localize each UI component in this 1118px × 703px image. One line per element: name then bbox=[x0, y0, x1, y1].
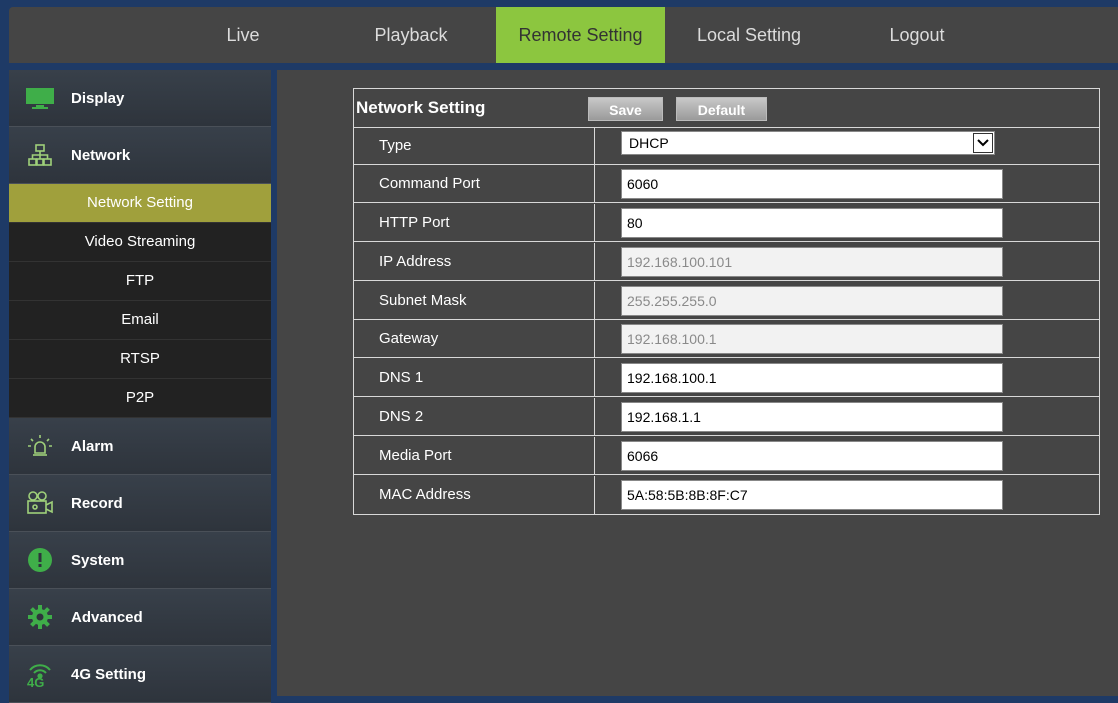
sidebar-sub-p2p[interactable]: P2P bbox=[9, 379, 271, 418]
main-content: Network Setting Save Default Type DHCP C… bbox=[277, 70, 1118, 696]
mac-address-label: MAC Address bbox=[379, 486, 471, 503]
sidebar-sub-video-streaming[interactable]: Video Streaming bbox=[9, 223, 271, 262]
media-port-input[interactable]: 6066 bbox=[621, 441, 1003, 471]
row-gateway: Gateway 192.168.100.1 bbox=[354, 320, 1099, 358]
row-dns2: DNS 2 192.168.1.1 bbox=[354, 398, 1099, 436]
panel-header: Network Setting Save Default bbox=[354, 89, 1099, 128]
sidebar-item-label: System bbox=[71, 551, 125, 569]
network-setting-panel: Network Setting Save Default Type DHCP C… bbox=[353, 88, 1100, 515]
sidebar-sub-network-setting[interactable]: Network Setting bbox=[9, 184, 271, 223]
sidebar-item-advanced[interactable]: Advanced bbox=[9, 589, 271, 646]
mac-address-input[interactable]: 5A:58:5B:8B:8F:C7 bbox=[621, 480, 1003, 510]
tab-local-setting[interactable]: Local Setting bbox=[665, 7, 833, 63]
exclamation-icon bbox=[25, 545, 55, 575]
row-type: Type DHCP bbox=[354, 127, 1099, 165]
sidebar-item-network[interactable]: Network bbox=[9, 127, 271, 184]
row-command-port: Command Port 6060 bbox=[354, 165, 1099, 203]
row-media-port: Media Port 6066 bbox=[354, 437, 1099, 475]
subnet-mask-input: 255.255.255.0 bbox=[621, 286, 1003, 316]
type-select[interactable]: DHCP bbox=[621, 131, 995, 155]
chevron-down-icon[interactable] bbox=[973, 133, 993, 153]
panel-title: Network Setting bbox=[356, 98, 486, 117]
gear-icon bbox=[25, 602, 55, 632]
row-http-port: HTTP Port 80 bbox=[354, 204, 1099, 242]
row-ip-address: IP Address 192.168.100.101 bbox=[354, 243, 1099, 281]
row-dns1: DNS 1 192.168.100.1 bbox=[354, 359, 1099, 397]
row-mac-address: MAC Address 5A:58:5B:8B:8F:C7 bbox=[354, 476, 1099, 514]
type-label: Type bbox=[379, 137, 412, 154]
sidebar-item-record[interactable]: Record bbox=[9, 475, 271, 532]
command-port-label: Command Port bbox=[379, 175, 480, 192]
sidebar-sub-ftp[interactable]: FTP bbox=[9, 262, 271, 301]
tab-logout[interactable]: Logout bbox=[833, 7, 1001, 63]
sidebar-item-label: Alarm bbox=[71, 437, 114, 455]
gateway-input: 192.168.100.1 bbox=[621, 324, 1003, 354]
network-icon bbox=[25, 140, 55, 170]
sidebar-item-label: Network bbox=[71, 146, 131, 164]
sidebar-sub-rtsp[interactable]: RTSP bbox=[9, 340, 271, 379]
tab-playback[interactable]: Playback bbox=[327, 7, 495, 63]
sidebar-item-4g-setting[interactable]: 4G 4G Setting bbox=[9, 646, 271, 703]
save-button[interactable]: Save bbox=[588, 97, 663, 121]
video-camera-icon bbox=[25, 488, 55, 518]
sidebar: Display Network Network Setting Video St… bbox=[9, 70, 271, 703]
command-port-input[interactable]: 6060 bbox=[621, 169, 1003, 199]
sidebar-item-label: Record bbox=[71, 494, 123, 512]
sidebar-item-display[interactable]: Display bbox=[9, 70, 271, 127]
alarm-light-icon bbox=[25, 431, 55, 461]
gateway-label: Gateway bbox=[379, 330, 439, 347]
top-nav: Live Playback Remote Setting Local Setti… bbox=[9, 7, 1118, 63]
http-port-label: HTTP Port bbox=[379, 214, 450, 231]
4g-signal-icon: 4G bbox=[25, 659, 55, 690]
dns1-label: DNS 1 bbox=[379, 369, 424, 386]
ip-address-label: IP Address bbox=[379, 253, 452, 270]
sidebar-item-alarm[interactable]: Alarm bbox=[9, 418, 271, 475]
default-button[interactable]: Default bbox=[676, 97, 767, 121]
sidebar-sub-email[interactable]: Email bbox=[9, 301, 271, 340]
row-subnet-mask: Subnet Mask 255.255.255.0 bbox=[354, 282, 1099, 320]
dns2-input[interactable]: 192.168.1.1 bbox=[621, 402, 1003, 432]
monitor-icon bbox=[25, 83, 55, 113]
tab-live[interactable]: Live bbox=[159, 7, 327, 63]
tab-remote-setting[interactable]: Remote Setting bbox=[496, 7, 665, 63]
sidebar-item-label: Display bbox=[71, 89, 125, 107]
dns2-label: DNS 2 bbox=[379, 408, 424, 425]
sidebar-item-system[interactable]: System bbox=[9, 532, 271, 589]
4g-badge: 4G bbox=[27, 675, 45, 690]
type-selected-value: DHCP bbox=[629, 135, 669, 151]
ip-address-input: 192.168.100.101 bbox=[621, 247, 1003, 277]
sidebar-item-label: 4G Setting bbox=[71, 665, 147, 683]
http-port-input[interactable]: 80 bbox=[621, 208, 1003, 238]
dns1-input[interactable]: 192.168.100.1 bbox=[621, 363, 1003, 393]
media-port-label: Media Port bbox=[379, 447, 452, 464]
subnet-mask-label: Subnet Mask bbox=[379, 292, 467, 309]
sidebar-item-label: Advanced bbox=[71, 608, 143, 626]
